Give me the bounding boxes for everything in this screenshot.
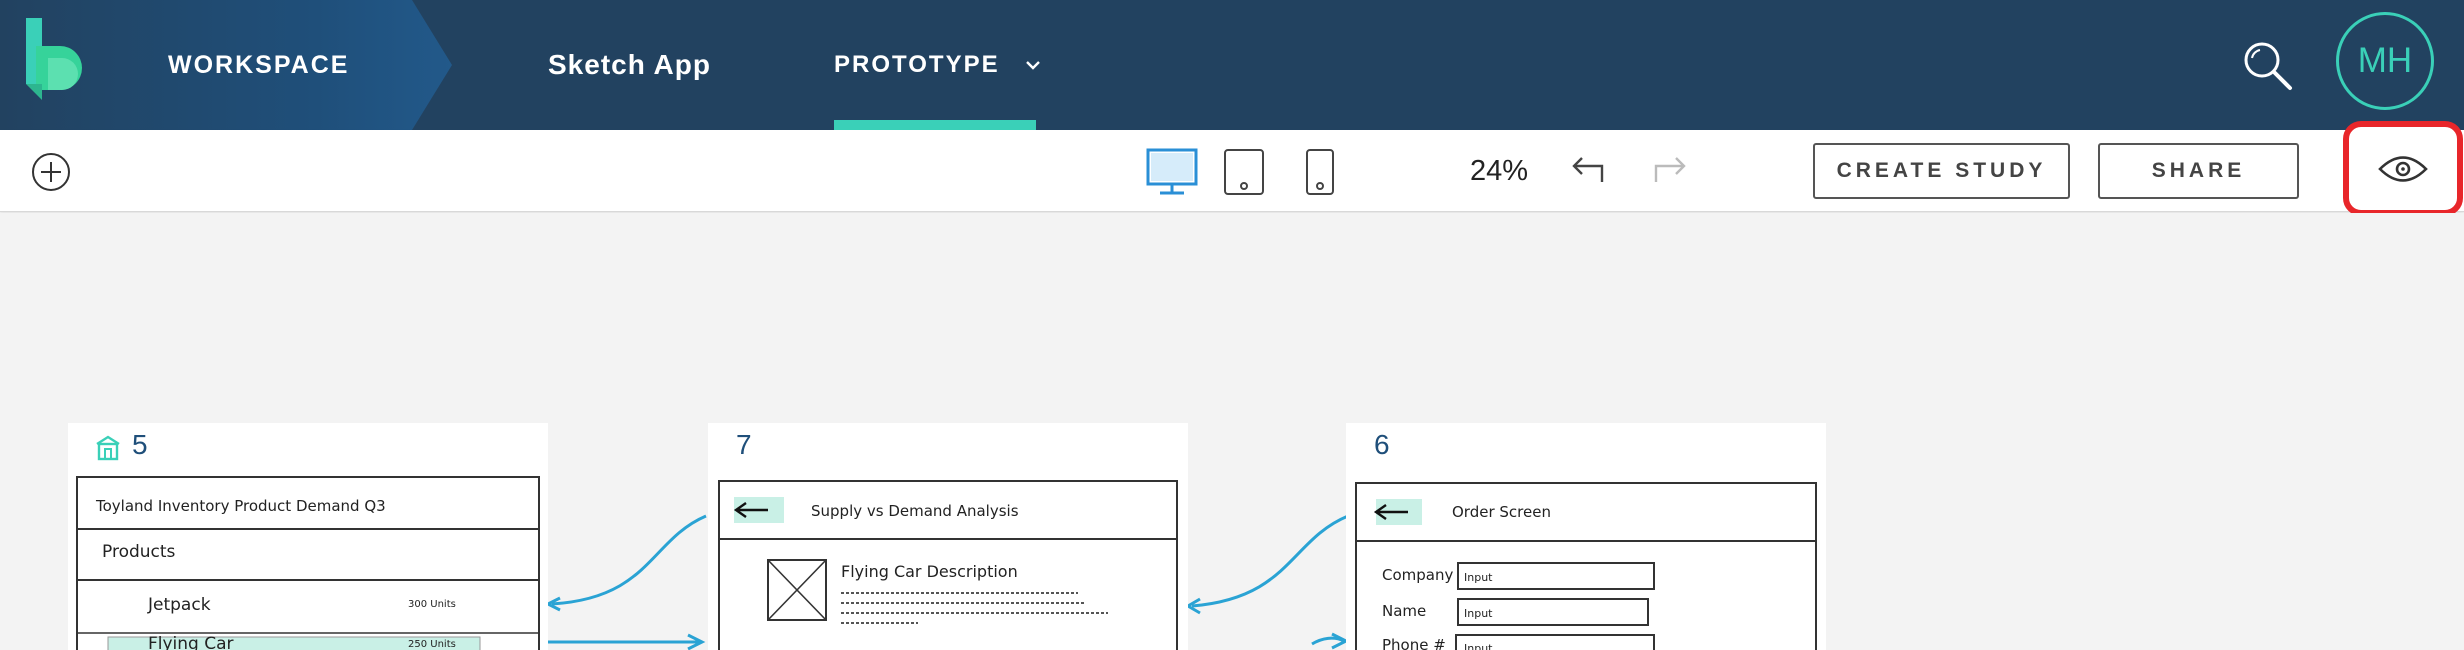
tab-prototype-label: PROTOTYPE — [834, 51, 1000, 78]
tablet-device-icon[interactable] — [1222, 148, 1266, 196]
chevron-down-icon — [1025, 61, 1040, 70]
nav-workspace-label: WORKSPACE — [168, 50, 350, 79]
create-study-label: CREATE STUDY — [1836, 159, 2047, 182]
nav-workspace[interactable]: WORKSPACE — [168, 0, 349, 130]
screen-5-row-1-units: 300 Units — [408, 599, 456, 610]
screen-5-wireframe: Toyland Inventory Product Demand Q3 Prod… — [76, 476, 540, 650]
user-avatar[interactable]: MH — [2336, 12, 2434, 110]
eye-icon — [2378, 155, 2428, 182]
undo-icon[interactable] — [1568, 152, 1608, 188]
screen-6-field-2-value: Input — [1464, 607, 1493, 620]
nav-project-name[interactable]: Sketch App — [548, 0, 711, 130]
screen-card-7[interactable]: 7 Supply vs Demand Analysis Flying Car D… — [708, 423, 1188, 650]
redo-icon[interactable] — [1650, 152, 1690, 188]
screen-card-5[interactable]: 5 Toyland Inventory Product Demand Q3 Pr… — [68, 423, 548, 650]
share-label: SHARE — [2151, 159, 2246, 182]
add-circle-icon[interactable] — [30, 151, 72, 193]
screen-5-row-2-name: Flying Car — [148, 634, 234, 650]
screen-7-item-title: Flying Car Description — [841, 562, 1018, 581]
preview-button[interactable] — [2343, 121, 2463, 216]
desktop-device-icon[interactable] — [1146, 148, 1198, 196]
screen-6-field-3-label: Phone # — [1382, 636, 1446, 650]
screen-6-field-1-value: Input — [1464, 571, 1493, 584]
screen-5-title: Toyland Inventory Product Demand Q3 — [95, 497, 386, 515]
tab-prototype[interactable]: PROTOTYPE — [834, 0, 1044, 130]
screen-6-field-2-label: Name — [1382, 602, 1426, 620]
active-tab-indicator — [834, 120, 1036, 130]
screen-5-row-1-name: Jetpack — [147, 595, 211, 615]
avatar-initials: MH — [2357, 41, 2413, 80]
search-icon[interactable] — [2240, 38, 2296, 94]
screen-5-section: Products — [102, 542, 176, 562]
screen-6-wireframe: Order Screen Company Input Name Input Ph… — [1355, 482, 1817, 650]
project-name-label: Sketch App — [548, 49, 711, 80]
screen-7-title: Supply vs Demand Analysis — [811, 502, 1019, 520]
top-navigation-bar: WORKSPACE Sketch App PROTOTYPE MH — [0, 0, 2464, 130]
screen-7-wireframe: Supply vs Demand Analysis Flying Car Des… — [718, 480, 1178, 650]
zoom-level-value: 24% — [1470, 154, 1529, 187]
screen-6-field-1-label: Company — [1382, 566, 1453, 584]
screen-6-title: Order Screen — [1452, 503, 1551, 521]
phone-device-icon[interactable] — [1304, 148, 1336, 196]
link-arrow-7-to-5 — [551, 514, 707, 606]
link-arrow-6-to-7 — [1191, 514, 1349, 608]
screen-6-field-3-value: Input — [1464, 642, 1493, 650]
screen-card-6[interactable]: 6 Order Screen Company Input Name Input … — [1346, 423, 1826, 650]
link-arrowhead — [1331, 632, 1350, 650]
zoom-level[interactable]: 24% — [1470, 130, 1528, 212]
screen-5-row-2-units: 250 Units — [408, 639, 456, 650]
app-logo[interactable] — [26, 18, 86, 100]
prototype-toolbar: 24% CREATE STUDY SHARE — [0, 130, 2464, 212]
create-study-button[interactable]: CREATE STUDY — [1813, 143, 2070, 199]
share-button[interactable]: SHARE — [2098, 143, 2299, 199]
